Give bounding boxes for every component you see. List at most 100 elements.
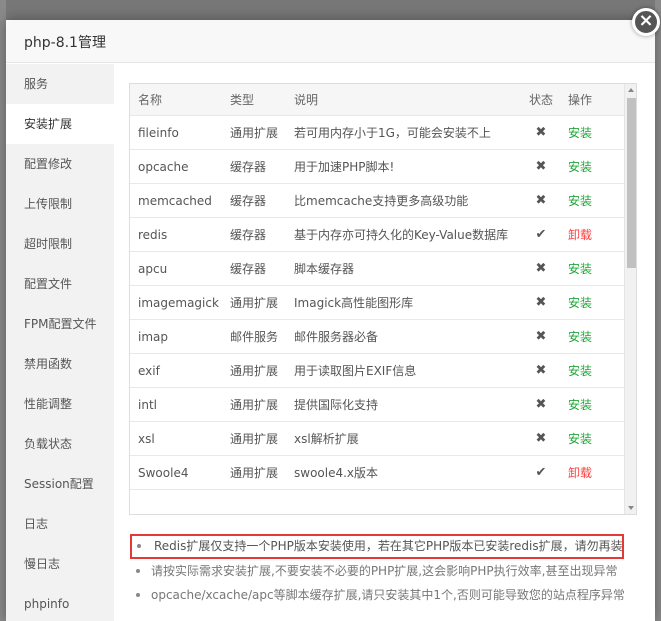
php-manage-dialog: php-8.1管理 服务 安装扩展 配置修改 上传限制 超时限制 配置文件 FPM配置文件禁… (6, 20, 655, 621)
close-button[interactable]: × (632, 8, 660, 36)
sidebar-item[interactable]: phpinfo (6, 584, 114, 621)
table-row: apcu 缓存器 脚本缓存器 ✖ 安装 (130, 252, 624, 286)
sidebar-item[interactable]: 超时限制 (6, 224, 114, 264)
sidebar-item[interactable]: 性能调整 (6, 384, 114, 424)
sidebar-item[interactable]: 配置文件 (6, 264, 114, 304)
sidebar-item[interactable]: Session配置 (6, 464, 114, 504)
sidebar-item[interactable]: 负载状态 (6, 424, 114, 464)
table-scrollbar[interactable] (624, 84, 636, 514)
dialog-title: php-8.1管理 (24, 35, 106, 51)
install-link[interactable]: 安装 (568, 388, 614, 422)
extension-name: apcu (138, 262, 168, 276)
not-installed-cross-icon: ✖ (535, 363, 547, 378)
note-item: 请按实际需求安装扩展,不要安装不必要的PHP扩展,这会影响PHP执行效率,甚至出… (129, 559, 639, 583)
extension-name: imagemagick (138, 296, 219, 310)
install-link[interactable]: 安装 (568, 320, 614, 354)
extension-desc: Imagick高性能图形库 (294, 296, 414, 310)
sidebar-item[interactable]: FPM配置文件 (6, 304, 114, 344)
header-name: 名称 (138, 93, 163, 107)
extension-table: 名称 类型 说明 状态 操作 fileinfo 通用扩展 若可用内存小于1G，可能会… (129, 83, 637, 515)
install-link[interactable]: 安装 (568, 116, 614, 150)
note-text: opcache/xcache/apc等脚本缓存扩展,请只安装其中1个,否则可能导… (151, 588, 625, 602)
bullet-icon (136, 569, 140, 573)
extension-name: memcached (138, 194, 212, 208)
extension-type: 通用扩展 (230, 126, 279, 140)
extension-desc: 若可用内存小于1G，可能会安装不上 (294, 126, 491, 140)
extension-name: xsl (138, 432, 155, 446)
extension-type: 通用扩展 (230, 296, 279, 310)
table-row: redis 缓存器 基于内存亦可持久化的Key-Value数据库 ✔ 卸载 (130, 218, 624, 252)
extension-type: 通用扩展 (230, 432, 279, 446)
table-row: imap 邮件服务 邮件服务器必备 ✖ 安装 (130, 320, 624, 354)
dialog-header: php-8.1管理 (6, 20, 655, 63)
extension-desc: 脚本缓存器 (294, 262, 355, 276)
not-installed-cross-icon: ✖ (535, 193, 547, 208)
not-installed-cross-icon: ✖ (535, 125, 547, 140)
not-installed-cross-icon: ✖ (535, 261, 547, 276)
install-link[interactable]: 安装 (568, 286, 614, 320)
scroll-thumb[interactable] (627, 98, 636, 268)
sidebar-item[interactable]: 慢日志 (6, 544, 114, 584)
not-installed-cross-icon: ✖ (535, 431, 547, 446)
extension-name: exif (138, 364, 160, 378)
installed-check-icon: ✔ (535, 465, 547, 480)
extension-type: 缓存器 (230, 194, 267, 208)
table-row: memcached 缓存器 比memcache支持更多高级功能 ✖ 安装 (130, 184, 624, 218)
extension-type: 缓存器 (230, 160, 267, 174)
extension-name: opcache (138, 160, 189, 174)
extension-desc: 比memcache支持更多高级功能 (294, 194, 469, 208)
sidebar-item[interactable]: 配置修改 (6, 144, 114, 184)
close-icon: × (638, 10, 654, 31)
header-status: 状态 (528, 93, 553, 107)
highlighted-note: Redis扩展仅支持一个PHP版本安装使用，若在其它PHP版本已安装redis扩… (130, 534, 624, 559)
not-installed-cross-icon: ✖ (535, 159, 547, 174)
table-row: xsl 通用扩展 xsl解析扩展 ✖ 安装 (130, 422, 624, 456)
extension-type: 通用扩展 (230, 364, 279, 378)
extension-desc: swoole4.x版本 (294, 466, 379, 480)
extension-name: Swoole4 (138, 466, 189, 480)
note-text: Redis扩展仅支持一个PHP版本安装使用，若在其它PHP版本已安装redis扩… (154, 539, 623, 553)
extension-desc: 邮件服务器必备 (294, 330, 379, 344)
extension-desc: 用于读取图片EXIF信息 (294, 364, 417, 378)
sidebar-item[interactable]: 日志 (6, 504, 114, 544)
header-desc: 说明 (294, 93, 319, 107)
extension-name: intl (138, 398, 157, 412)
install-link[interactable]: 安装 (568, 150, 614, 184)
uninstall-link[interactable]: 卸载 (568, 456, 614, 490)
table-row: intl 通用扩展 提供国际化支持 ✖ 安装 (130, 388, 624, 422)
table-row: imagemagick 通用扩展 Imagick高性能图形库 ✖ 安装 (130, 286, 624, 320)
install-link[interactable]: 安装 (568, 252, 614, 286)
extension-type: 缓存器 (230, 228, 267, 242)
install-link[interactable]: 安装 (568, 354, 614, 388)
notes-list: Redis扩展仅支持一个PHP版本安装使用，若在其它PHP版本已安装redis扩… (129, 534, 639, 607)
uninstall-link[interactable]: 卸载 (568, 218, 614, 252)
bullet-icon (137, 544, 141, 548)
install-link[interactable]: 安装 (568, 422, 614, 456)
extension-name: imap (138, 330, 168, 344)
scroll-down-arrow-icon[interactable] (628, 506, 634, 510)
scroll-up-arrow-icon[interactable] (628, 88, 634, 92)
extension-desc: xsl解析扩展 (294, 432, 359, 446)
installed-check-icon: ✔ (535, 227, 547, 242)
table-header-row: 名称 类型 说明 状态 操作 (130, 84, 624, 116)
sidebar: 服务 安装扩展 配置修改 上传限制 超时限制 配置文件 FPM配置文件 禁用函数 性能调整 负载状… (6, 64, 114, 621)
sidebar-item[interactable]: 服务 (6, 64, 114, 104)
extension-name: fileinfo (138, 126, 179, 140)
background-right-edge (655, 0, 661, 621)
table-row: Swoole4 通用扩展 swoole4.x版本 ✔ 卸载 (130, 456, 624, 490)
sidebar-item[interactable]: 禁用函数 (6, 344, 114, 384)
extension-type: 邮件服务 (230, 330, 279, 344)
note-item: opcache/xcache/apc等脚本缓存扩展,请只安装其中1个,否则可能导… (129, 583, 639, 607)
sidebar-item[interactable]: 安装扩展 (6, 104, 114, 144)
sidebar-item[interactable]: 上传限制 (6, 184, 114, 224)
not-installed-cross-icon: ✖ (535, 329, 547, 344)
table-row: opcache 缓存器 用于加速PHP脚本! ✖ 安装 (130, 150, 624, 184)
not-installed-cross-icon: ✖ (535, 295, 547, 310)
note-text: 请按实际需求安装扩展,不要安装不必要的PHP扩展,这会影响PHP执行效率,甚至出… (151, 564, 618, 578)
table-row: exif 通用扩展 用于读取图片EXIF信息 ✖ 安装 (130, 354, 624, 388)
extension-type: 缓存器 (230, 262, 267, 276)
extension-desc: 基于内存亦可持久化的Key-Value数据库 (294, 228, 509, 242)
install-link[interactable]: 安装 (568, 184, 614, 218)
extension-panel: 名称 类型 说明 状态 操作 fileinfo 通用扩展 若可用内存小于1G，可能会… (114, 64, 655, 621)
not-installed-cross-icon: ✖ (535, 397, 547, 412)
